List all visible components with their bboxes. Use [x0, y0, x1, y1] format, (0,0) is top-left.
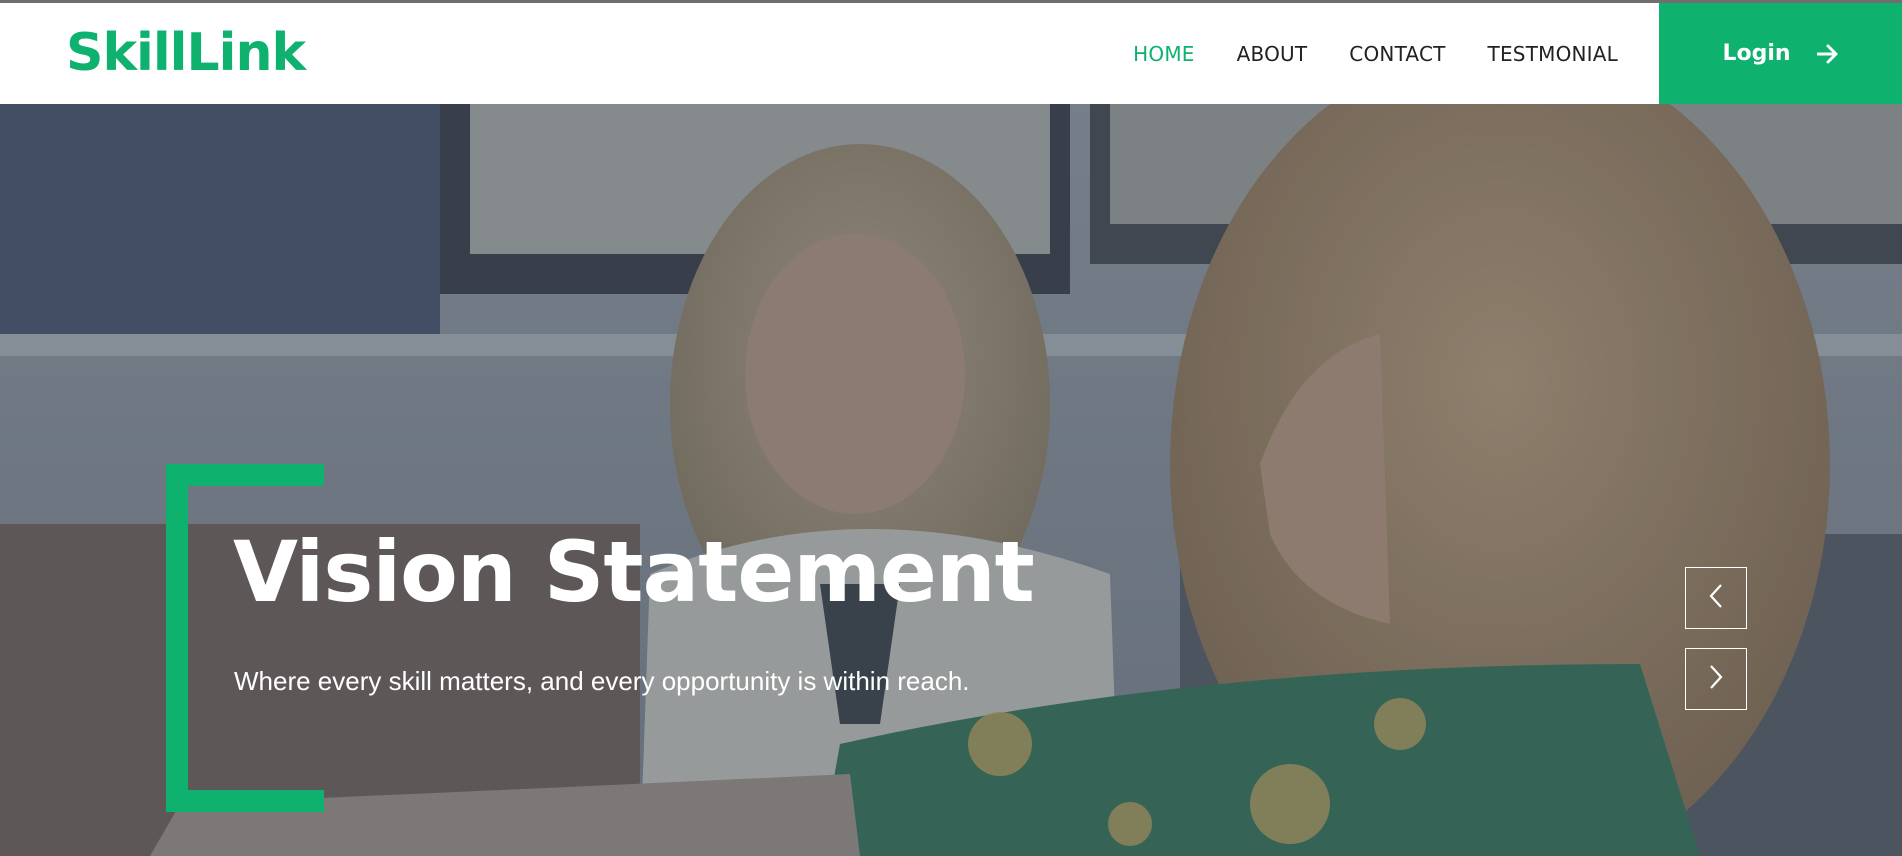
chevron-left-icon: [1707, 583, 1725, 614]
site-header: SkillLink HOME ABOUT CONTACT TESTMONIAL …: [0, 3, 1902, 104]
hero-title: Vision Statement: [233, 523, 1035, 621]
login-button[interactable]: Login: [1659, 3, 1902, 104]
hero-banner: Vision Statement Where every skill matte…: [0, 104, 1902, 856]
carousel-next-button[interactable]: [1685, 648, 1747, 710]
nav-item-testimonial[interactable]: TESTMONIAL: [1488, 42, 1618, 66]
nav-item-home[interactable]: HOME: [1133, 42, 1194, 66]
main-nav: HOME ABOUT CONTACT TESTMONIAL: [1133, 3, 1618, 104]
nav-item-about[interactable]: ABOUT: [1237, 42, 1308, 66]
nav-item-contact[interactable]: CONTACT: [1349, 42, 1445, 66]
arrow-right-icon: [1816, 44, 1839, 64]
title-bracket-decoration: [166, 464, 324, 812]
chevron-right-icon: [1707, 664, 1725, 695]
login-label: Login: [1722, 41, 1791, 66]
brand-logo[interactable]: SkillLink: [66, 21, 306, 85]
hero-subtitle: Where every skill matters, and every opp…: [234, 666, 970, 696]
carousel-prev-button[interactable]: [1685, 567, 1747, 629]
